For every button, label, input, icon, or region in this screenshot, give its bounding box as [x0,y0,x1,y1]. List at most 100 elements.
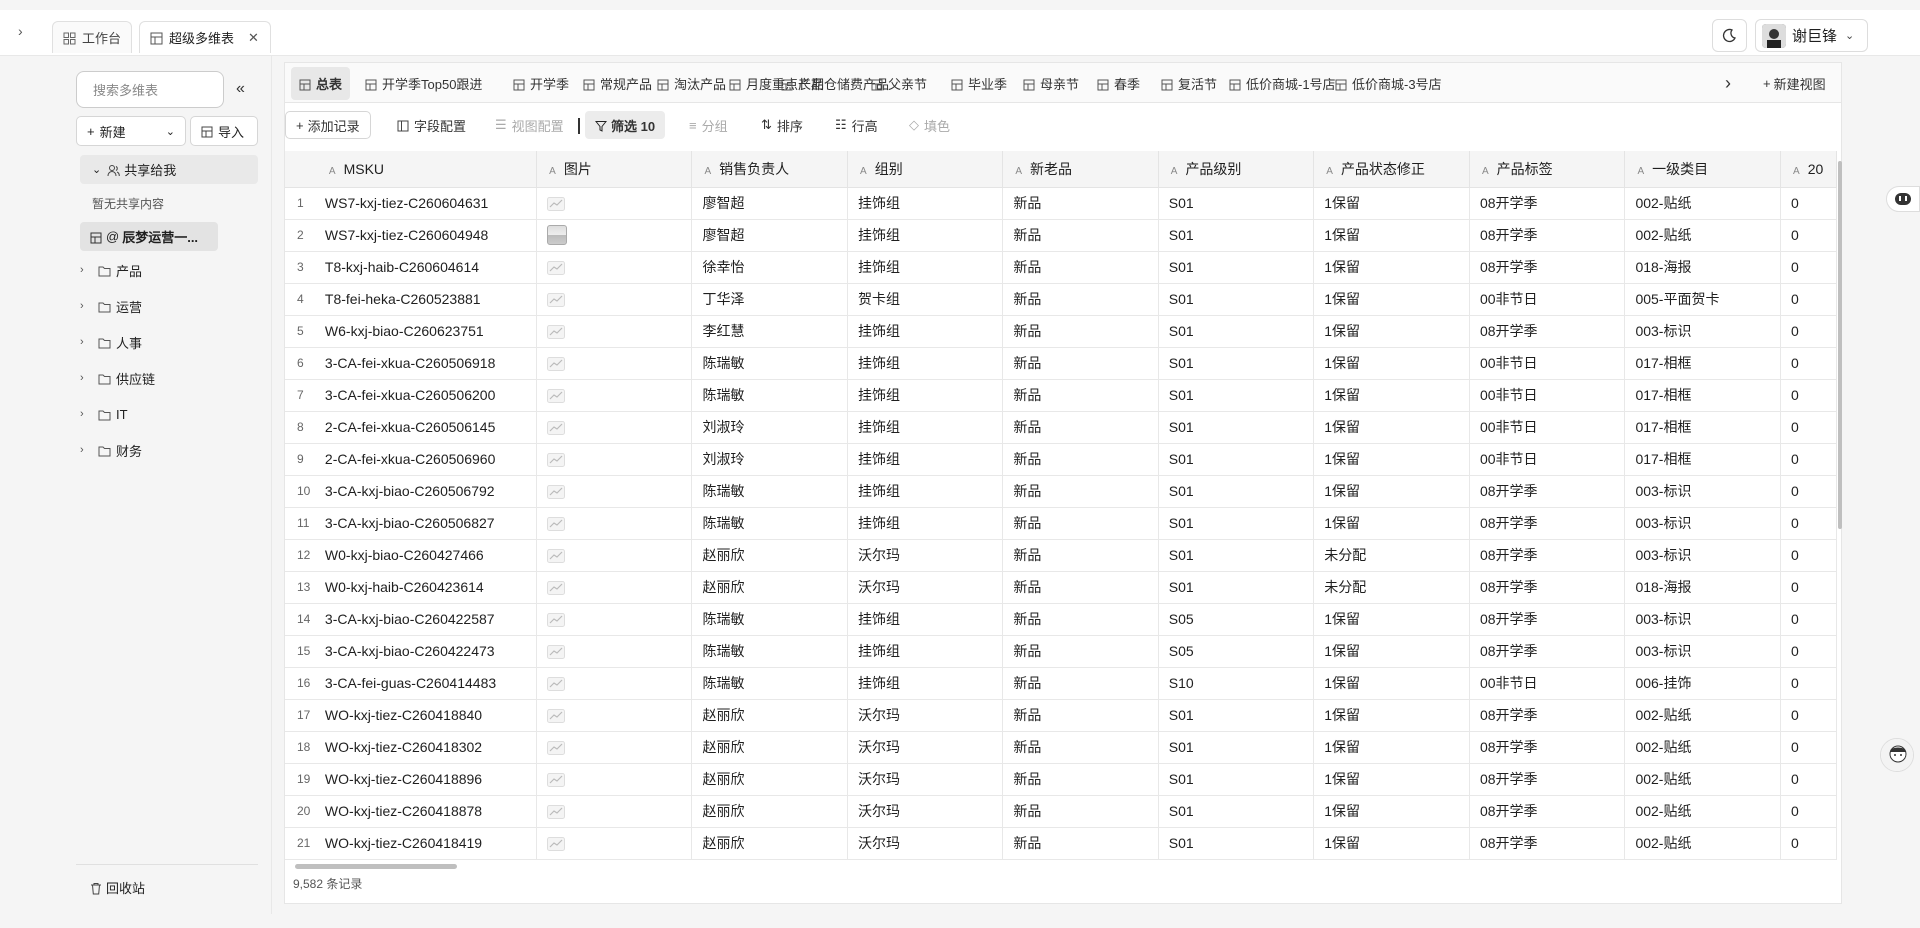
image-cell[interactable] [536,283,693,316]
table-cell[interactable]: W6-kxj-biao-C260623751 [320,315,538,348]
table-cell[interactable]: S01 [1158,347,1315,380]
column-header[interactable]: A 组别 [847,151,1004,188]
table-cell[interactable]: 00非节日 [1469,411,1626,444]
table-cell[interactable]: 廖智超 [691,187,849,220]
table-cell[interactable]: 08开学季 [1469,795,1626,828]
new-view-button[interactable]: + 新建视图 [1763,67,1826,100]
table-cell[interactable]: 挂饰组 [847,507,1004,540]
table-cell[interactable]: S01 [1158,763,1315,796]
table-row[interactable]: 10 3-CA-kxj-biao-C260506792 陈瑞敏 挂饰组 新品 S01 1保留… [285,475,1837,508]
vertical-scrollbar[interactable] [1837,151,1843,861]
table-cell[interactable]: 新品 [1002,507,1159,540]
table-cell[interactable]: 陈瑞敏 [691,507,849,540]
table-cell[interactable]: 0 [1780,667,1837,700]
table-cell[interactable]: 1保留 [1313,283,1470,316]
filter-button[interactable]: 筛选 10 [585,111,666,139]
table-cell[interactable]: WO-kxj-tiez-C260418419 [320,827,538,860]
view-tab[interactable]: 低价商城-3号店 [1335,67,1442,100]
table-cell[interactable]: 赵丽欣 [691,827,849,860]
table-cell[interactable]: 新品 [1002,251,1159,284]
shared-with-me-section[interactable]: ⌄ 共享给我 [80,155,258,184]
table-cell[interactable]: S05 [1158,635,1315,668]
horizontal-scrollbar[interactable] [285,861,1837,871]
table-cell[interactable]: 0 [1780,635,1837,668]
table-cell[interactable]: S01 [1158,507,1315,540]
new-button[interactable]: + 新建 ⌄ [76,116,186,146]
table-cell[interactable]: 002-贴纸 [1624,795,1782,828]
table-cell[interactable]: T8-kxj-haib-C260604614 [320,251,538,284]
table-cell[interactable]: T8-fei-heka-C260523881 [320,283,538,316]
table-cell[interactable]: 08开学季 [1469,603,1626,636]
table-cell[interactable]: 08开学季 [1469,539,1626,572]
sidebar-item-folder[interactable]: › 运营 [80,292,142,320]
table-cell[interactable]: 08开学季 [1469,315,1626,348]
column-header[interactable]: A 一级类目 [1624,151,1782,188]
table-cell[interactable]: 1保留 [1313,187,1470,220]
view-tab[interactable]: 复活节 [1161,67,1217,100]
table-cell[interactable]: 0 [1780,347,1837,380]
table-row[interactable]: 3 T8-kxj-haib-C260604614 徐幸怡 挂饰组 新品 S01 1保留 08开… [285,251,1837,284]
scroll-thumb[interactable] [295,864,457,869]
table-cell[interactable]: 00非节日 [1469,283,1626,316]
table-cell[interactable]: 新品 [1002,635,1159,668]
table-cell[interactable]: 新品 [1002,763,1159,796]
product-thumbnail[interactable] [547,225,568,245]
table-cell[interactable]: 3-CA-kxj-biao-C260422473 [320,635,538,668]
column-header[interactable]: A 销售负责人 [691,151,849,188]
assistant-avatar[interactable] [1880,738,1914,772]
table-cell[interactable]: 018-海报 [1624,571,1782,604]
table-cell[interactable]: 08开学季 [1469,763,1626,796]
table-cell[interactable]: 新品 [1002,411,1159,444]
table-cell[interactable]: 未分配 [1313,571,1470,604]
image-cell[interactable] [536,827,693,860]
table-cell[interactable]: 0 [1780,283,1837,316]
table-cell[interactable]: 0 [1780,731,1837,764]
table-cell[interactable]: 陈瑞敏 [691,475,849,508]
table-cell[interactable]: 沃尔玛 [847,571,1004,604]
table-cell[interactable]: 003-标识 [1624,635,1782,668]
table-cell[interactable]: 0 [1780,315,1837,348]
image-cell[interactable] [536,507,693,540]
table-cell[interactable]: 挂饰组 [847,443,1004,476]
table-row[interactable]: 6 3-CA-fei-xkua-C260506918 陈瑞敏 挂饰组 新品 S01 1保留 0… [285,347,1837,380]
table-cell[interactable]: 新品 [1002,347,1159,380]
table-cell[interactable]: 0 [1780,219,1837,252]
view-tab[interactable]: 父亲节 [871,67,927,100]
view-tab[interactable]: 总表 [291,67,351,100]
table-cell[interactable]: 1保留 [1313,443,1470,476]
sidebar-item-folder[interactable]: › IT [80,400,128,428]
table-cell[interactable]: 1保留 [1313,667,1470,700]
view-tab[interactable]: 常规产品 [583,67,652,100]
table-row[interactable]: 19 WO-kxj-tiez-C260418896 赵丽欣 沃尔玛 新品 S01 1保留 08… [285,763,1837,796]
table-cell[interactable]: WO-kxj-tiez-C260418840 [320,699,538,732]
table-cell[interactable]: 2-CA-fei-xkua-C260506145 [320,411,538,444]
table-cell[interactable]: 新品 [1002,603,1159,636]
table-cell[interactable]: 刘淑玲 [691,411,849,444]
table-cell[interactable]: 1保留 [1313,251,1470,284]
table-cell[interactable]: 新品 [1002,571,1159,604]
table-row[interactable]: 21 WO-kxj-tiez-C260418419 赵丽欣 沃尔玛 新品 S01 1保留 08… [285,827,1837,860]
table-cell[interactable]: 002-贴纸 [1624,699,1782,732]
table-cell[interactable]: 挂饰组 [847,667,1004,700]
expand-sidebar-icon[interactable]: › [18,23,23,39]
table-cell[interactable]: 0 [1780,699,1837,732]
table-cell[interactable]: 0 [1780,475,1837,508]
table-cell[interactable]: WO-kxj-tiez-C260418896 [320,763,538,796]
table-cell[interactable]: 新品 [1002,219,1159,252]
scroll-thumb[interactable] [1838,161,1842,529]
image-cell[interactable] [536,347,693,380]
table-row[interactable]: 20 WO-kxj-tiez-C260418878 赵丽欣 沃尔玛 新品 S01 1保留 08… [285,795,1837,828]
table-row[interactable]: 15 3-CA-kxj-biao-C260422473 陈瑞敏 挂饰组 新品 S05 1保留… [285,635,1837,668]
add-record-button[interactable]: + 添加记录 [285,111,371,139]
table-cell[interactable]: 1保留 [1313,315,1470,348]
table-cell[interactable]: S01 [1158,443,1315,476]
table-cell[interactable]: 00非节日 [1469,667,1626,700]
column-header[interactable]: A 产品状态修正 [1313,151,1470,188]
table-cell[interactable]: 018-海报 [1624,251,1782,284]
table-cell[interactable]: 003-标识 [1624,315,1782,348]
table-cell[interactable]: 3-CA-fei-xkua-C260506200 [320,379,538,412]
row-height-button[interactable]: ☷ 行高 [835,111,878,139]
image-cell[interactable] [536,443,693,476]
table-cell[interactable]: S01 [1158,731,1315,764]
column-header[interactable]: A MSKU [320,151,538,188]
